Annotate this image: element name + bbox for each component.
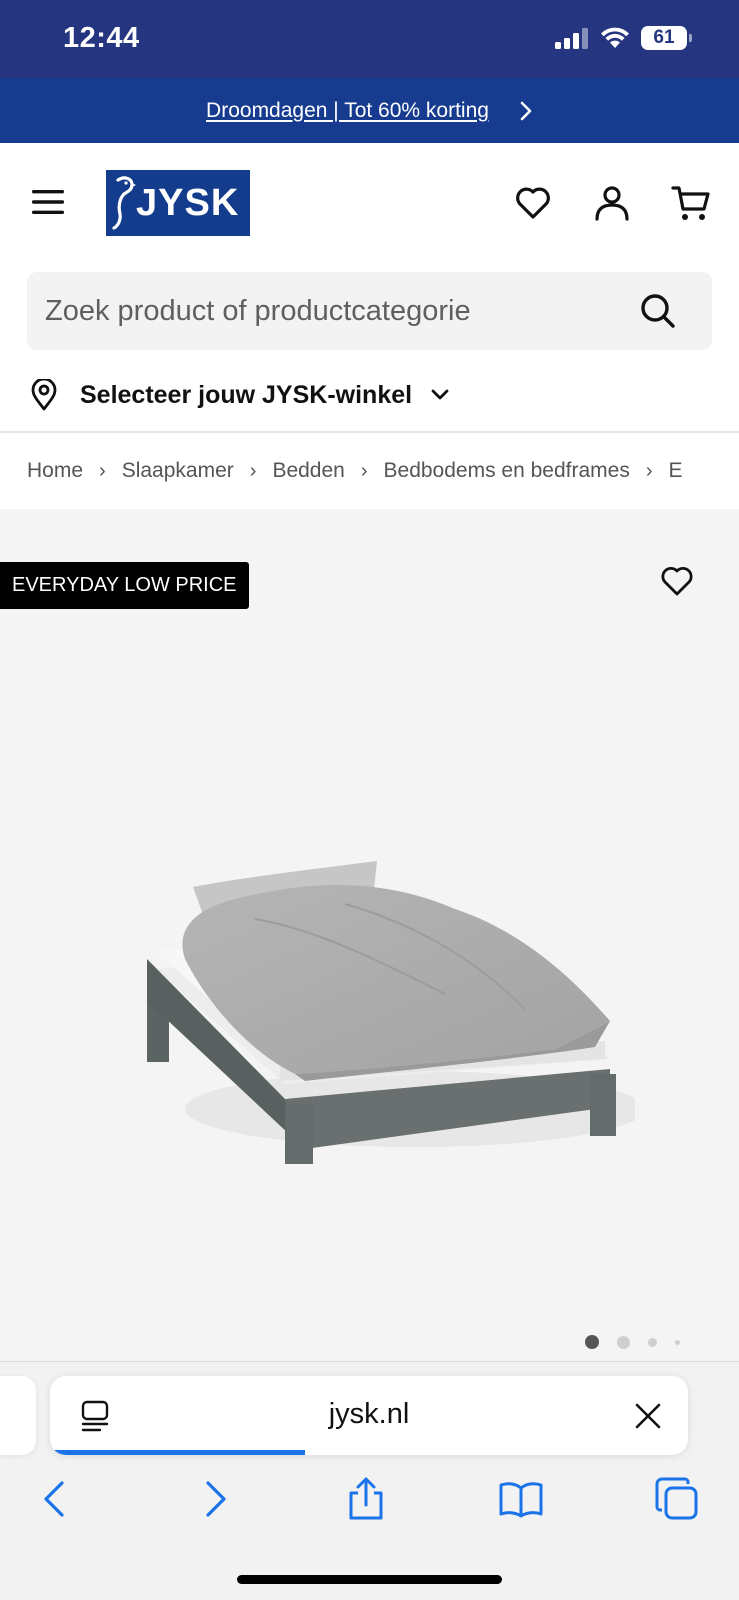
pagination-dot-active[interactable]	[585, 1335, 599, 1349]
address-bar[interactable]: jysk.nl	[50, 1376, 688, 1455]
store-selector-label: Selecteer jouw JYSK-winkel	[80, 380, 413, 409]
promo-banner[interactable]: Droomdagen | Tot 60% korting	[0, 78, 739, 143]
wishlist-heart-icon[interactable]	[659, 563, 695, 599]
heart-icon[interactable]	[513, 183, 553, 223]
breadcrumb-bedden[interactable]: Bedden	[272, 459, 344, 483]
browser-toolbar: jysk.nl	[0, 1361, 739, 1600]
breadcrumb-separator: ›	[645, 459, 653, 482]
share-icon[interactable]	[343, 1476, 389, 1522]
product-image-gallery[interactable]: EVERYDAY LOW PRICE	[0, 509, 739, 1361]
search-input[interactable]	[45, 272, 625, 350]
home-indicator[interactable]	[237, 1575, 502, 1584]
status-time: 12:44	[63, 22, 140, 54]
cart-icon[interactable]	[671, 183, 711, 223]
search-icon[interactable]	[640, 293, 676, 329]
product-image-bed	[147, 861, 635, 1164]
battery-level: 61	[653, 27, 675, 48]
status-bar: 12:44 61	[0, 0, 739, 78]
bird-logo-icon	[112, 176, 136, 230]
location-pin-icon	[31, 379, 57, 411]
pagination-dot[interactable]	[648, 1337, 657, 1347]
forward-arrow-icon[interactable]	[190, 1476, 236, 1522]
breadcrumb-home[interactable]: Home	[27, 459, 83, 483]
logo-text: JYSK	[136, 181, 240, 224]
breadcrumb-separator: ›	[99, 459, 106, 482]
url-text: jysk.nl	[328, 1398, 410, 1430]
breadcrumb-bedbodems[interactable]: Bedbodems en bedframes	[384, 459, 630, 483]
breadcrumb-separator: ›	[249, 459, 257, 482]
jysk-logo[interactable]: JYSK	[106, 170, 250, 236]
chevron-down-icon	[431, 389, 449, 400]
pagination-dot[interactable]	[617, 1335, 630, 1349]
chevron-right-icon	[520, 101, 532, 120]
promo-link[interactable]: Droomdagen | Tot 60% korting	[206, 99, 489, 123]
status-icons: 61	[555, 26, 692, 50]
breadcrumb-separator: ›	[360, 459, 368, 482]
breadcrumb-slaapkamer[interactable]: Slaapkamer	[122, 459, 234, 483]
breadcrumb-truncated[interactable]: E	[669, 459, 683, 483]
hamburger-menu-icon[interactable]	[30, 187, 66, 217]
image-pagination	[585, 1335, 680, 1349]
close-icon[interactable]	[634, 1402, 662, 1430]
site-header: JYSK	[0, 143, 739, 263]
search-bar[interactable]	[27, 272, 712, 350]
wifi-icon	[601, 27, 629, 48]
price-badge: EVERYDAY LOW PRICE	[0, 562, 249, 609]
page-load-progress	[50, 1450, 305, 1455]
tabs-icon[interactable]	[654, 1476, 700, 1522]
breadcrumb: Home › Slaapkamer › Bedden › Bedbodems e…	[27, 433, 739, 509]
previous-tab-preview[interactable]	[0, 1376, 36, 1455]
bookmarks-icon[interactable]	[498, 1476, 544, 1522]
account-icon[interactable]	[592, 183, 632, 223]
battery-indicator: 61	[641, 26, 692, 50]
back-arrow-icon[interactable]	[34, 1476, 80, 1522]
pagination-dot[interactable]	[675, 1339, 680, 1345]
store-selector[interactable]: Selecteer jouw JYSK-winkel	[30, 374, 450, 416]
cellular-signal-icon	[555, 28, 588, 49]
